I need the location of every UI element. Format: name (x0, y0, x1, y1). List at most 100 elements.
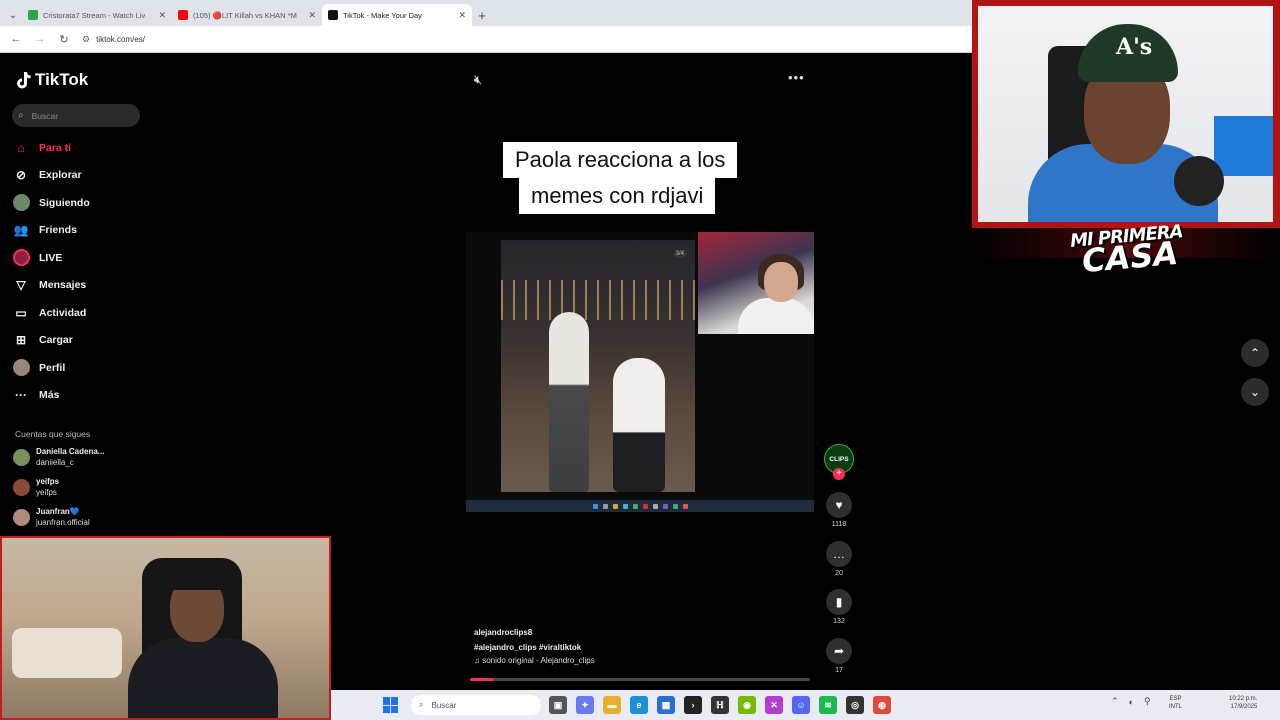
share-count: 17 (835, 667, 843, 674)
couple-photo: 3/4 (501, 240, 695, 492)
nav-item-actividad[interactable]: ▭ Actividad (12, 299, 212, 327)
like-action: ♥ 1118 (826, 492, 852, 528)
video-hashtags[interactable]: #alejandro_clips #viraltiktok (474, 643, 595, 652)
nav-item-live[interactable]: LIVE (12, 244, 212, 272)
task-view-icon[interactable]: ▣ (549, 696, 567, 714)
bookmark-icon[interactable]: ▮ (826, 589, 852, 615)
edge-icon[interactable]: e (630, 696, 648, 714)
reload-icon[interactable]: ↻ (54, 33, 74, 46)
follow-plus-icon[interactable]: + (833, 468, 845, 480)
search-placeholder: Buscar (31, 110, 59, 121)
heart-icon[interactable]: ♥ (826, 492, 852, 518)
following-account[interactable]: yeifps yeifps (13, 476, 59, 498)
search-icon: ⌕ (18, 110, 24, 121)
app-icon[interactable]: ℍ (711, 696, 729, 714)
search-icon: ⌕ (419, 700, 424, 709)
like-count: 1118 (831, 521, 847, 528)
nvidia-icon[interactable]: ◉ (738, 696, 756, 714)
system-tray: ⌃ ◐ ⚲ (1111, 696, 1151, 707)
share-arrow-icon[interactable]: ➦ (826, 638, 852, 664)
reactor-face (764, 262, 798, 302)
close-tab-icon[interactable]: ✕ (458, 10, 466, 21)
friends-icon: 👥 (13, 223, 29, 238)
string-lights (501, 280, 695, 320)
browser-tab-kick[interactable]: Cristorata7 Stream - Watch Liv ✕ (22, 4, 172, 26)
site-info-icon[interactable]: ⚙ (82, 34, 90, 45)
discord-icon[interactable]: ☺ (792, 696, 810, 714)
store-icon[interactable]: ▦ (657, 696, 675, 714)
spotify-icon[interactable]: ≋ (819, 696, 837, 714)
brand-logo: MI PRIMERA CASA (972, 221, 1280, 280)
save-count: 132 (833, 618, 845, 625)
embedded-taskbar (466, 500, 814, 512)
back-arrow-icon[interactable]: ← (6, 33, 26, 45)
video-progress-bar[interactable] (470, 678, 810, 681)
nav-item-explorar[interactable]: ⊘ Explorar (12, 162, 212, 190)
address-bar[interactable]: ⚙ tiktok.com/es/ (82, 29, 962, 49)
send-icon: ▽ (16, 278, 26, 293)
account-name: Juanfran💙 (36, 507, 80, 516)
tray-app-icon[interactable]: ◐ (1129, 697, 1134, 707)
obs-icon[interactable]: ◎ (846, 696, 864, 714)
new-tab-plus-icon[interactable]: + (472, 4, 492, 26)
avatar (13, 509, 30, 526)
nav-label: Actividad (39, 306, 87, 319)
copilot-icon[interactable]: ✦ (576, 696, 594, 714)
lang-line-1: ESP (1169, 696, 1182, 702)
terminal-icon[interactable]: › (684, 696, 702, 714)
home-icon: ⌂ (17, 140, 25, 155)
browser-tab-youtube[interactable]: (105) 🔴LIT Killah vs KHAN *M ✕ (172, 4, 322, 26)
tiktok-sidebar: TikTok ⌕ Buscar ⌂ Para ti ⊘ Explorar Sig… (0, 54, 340, 536)
video-player[interactable]: 3/4 (466, 232, 814, 512)
tray-chevron-up-icon[interactable]: ⌃ (1111, 696, 1119, 707)
tiktok-favicon-icon (328, 10, 338, 20)
following-account[interactable]: Juanfran💙 juanfran.official (13, 506, 90, 528)
main-nav: ⌂ Para ti ⊘ Explorar Siguiendo 👥 Friends… (12, 134, 212, 409)
close-tab-icon[interactable]: ✕ (158, 10, 166, 21)
x-icon[interactable]: ✕ (765, 696, 783, 714)
chrome-icon[interactable]: ◍ (873, 696, 891, 714)
browser-tab-tiktok[interactable]: TikTok - Make Your Day ✕ (322, 4, 472, 26)
account-handle: juanfran.official (36, 518, 90, 527)
previous-video-chevron-up-icon[interactable]: ⌃ (1241, 339, 1269, 367)
nav-label: LIVE (39, 251, 63, 264)
forward-arrow-icon[interactable]: → (30, 33, 50, 45)
more-options-icon[interactable]: ••• (788, 70, 805, 85)
following-account[interactable]: Daniella Cadena... daniiella_c (13, 446, 104, 468)
file-explorer-icon[interactable]: ▬ (603, 696, 621, 714)
nav-item-cargar[interactable]: ⊞ Cargar (12, 327, 212, 355)
screen: ⌄ Cristorata7 Stream - Watch Liv ✕ (105)… (0, 0, 1280, 720)
guest-cap (164, 560, 230, 590)
brand-line-2: CASA (1080, 233, 1180, 281)
keyboard-language[interactable]: ESP INTL (1169, 695, 1182, 711)
taskbar-search-label: Buscar (431, 700, 457, 710)
account-name: Daniella Cadena... (36, 447, 105, 456)
nav-item-mas[interactable]: ··· Más (12, 382, 212, 410)
cap-logo: A's (1116, 34, 1153, 60)
nav-item-para-ti[interactable]: ⌂ Para ti (12, 134, 212, 162)
tab-title: TikTok - Make Your Day (343, 10, 422, 20)
tiktok-logo[interactable]: TikTok (15, 70, 88, 90)
upload-icon: ⊞ (15, 333, 27, 348)
nav-item-mensajes[interactable]: ▽ Mensajes (12, 272, 212, 300)
woman-figure (549, 312, 589, 492)
search-input[interactable]: ⌕ Buscar (12, 104, 140, 127)
muted-speaker-icon[interactable]: 🔇︎ (474, 72, 482, 88)
windows-start-icon[interactable] (383, 697, 399, 713)
nav-item-siguiendo[interactable]: Siguiendo (12, 189, 212, 217)
caption-line-2: memes con rdjavi (519, 178, 716, 214)
microphone-icon[interactable]: ⚲ (1144, 696, 1151, 707)
nav-item-friends[interactable]: 👥 Friends (12, 217, 212, 245)
streamer-webcam: A's (972, 0, 1280, 228)
browser-tabbar: ⌄ Cristorata7 Stream - Watch Liv ✕ (105)… (0, 0, 972, 26)
comment-icon[interactable]: … (826, 541, 852, 567)
taskbar-clock[interactable]: 10:22 p.m. 17/9/2025 (1229, 695, 1257, 711)
video-sound[interactable]: ♫ sonido original - Alejandro_clips (474, 656, 595, 665)
taskbar-search[interactable]: ⌕ Buscar (411, 695, 541, 715)
taskbar-apps: ▣ ✦ ▬ e ▦ › ℍ ◉ ✕ ☺ ≋ ◎ ◍ (549, 696, 891, 714)
video-username[interactable]: alejandroclips8 (474, 628, 595, 637)
tab-list-chevron-icon[interactable]: ⌄ (4, 4, 22, 26)
next-video-chevron-down-icon[interactable]: ⌄ (1241, 378, 1269, 406)
close-tab-icon[interactable]: ✕ (308, 10, 316, 21)
nav-item-perfil[interactable]: Perfil (12, 354, 212, 382)
